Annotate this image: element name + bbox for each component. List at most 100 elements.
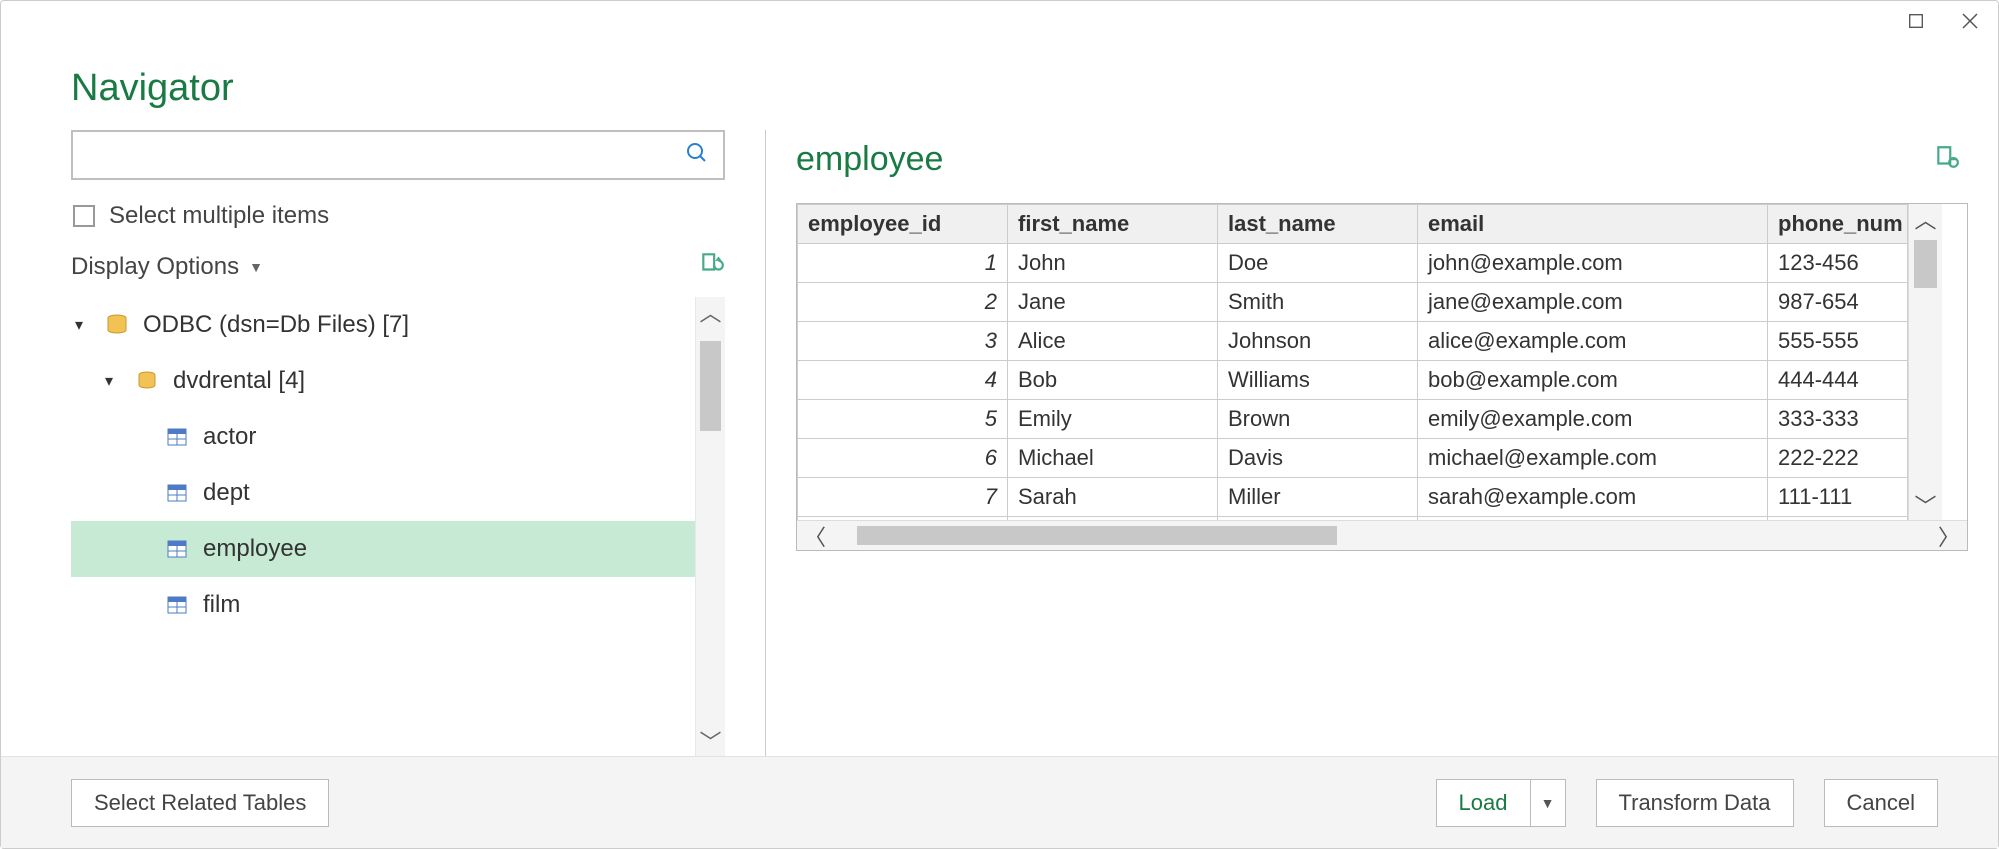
cell-phone: 444-444: [1768, 361, 1908, 400]
scroll-up-icon[interactable]: ︿: [1909, 204, 1942, 234]
display-options-label: Display Options: [71, 253, 239, 281]
cell-employee-id: 4: [798, 361, 1008, 400]
cell-first-name: Jane: [1008, 283, 1218, 322]
scroll-thumb[interactable]: [857, 526, 1337, 545]
search-icon: [685, 141, 709, 170]
tree-node-label: film: [203, 591, 240, 619]
table-row[interactable]: 7SarahMillersarah@example.com111-111: [798, 478, 1908, 517]
cell-first-name: Alice: [1008, 322, 1218, 361]
scroll-down-icon[interactable]: ﹀: [696, 726, 725, 756]
select-multiple-row[interactable]: Select multiple items: [71, 194, 725, 250]
cell-first-name: Bob: [1008, 361, 1218, 400]
cell-last-name: Davis: [1218, 439, 1418, 478]
refresh-preview-button[interactable]: [1934, 144, 1960, 175]
preview-table-container: employee_idfirst_namelast_nameemailphone…: [796, 203, 1968, 551]
navigator-dialog: Navigator Select multiple items Display …: [0, 0, 1999, 849]
cell-last-name: Brown: [1218, 400, 1418, 439]
scroll-right-icon[interactable]: 〉: [1931, 521, 1967, 550]
table-row[interactable]: 2JaneSmithjane@example.com987-654: [798, 283, 1908, 322]
cell-email: john@example.com: [1418, 244, 1768, 283]
database-icon: [105, 313, 131, 337]
cell-first-name: Michael: [1008, 439, 1218, 478]
table-hscrollbar[interactable]: 〈 〉: [797, 520, 1967, 550]
table-icon: [165, 593, 191, 617]
cell-phone: 123-456: [1768, 244, 1908, 283]
search-box[interactable]: [71, 130, 725, 180]
scroll-left-icon[interactable]: 〈: [797, 521, 833, 550]
scroll-up-icon[interactable]: ︿: [696, 297, 725, 327]
table-icon: [165, 425, 191, 449]
column-header[interactable]: email: [1418, 205, 1768, 244]
scroll-down-icon[interactable]: ﹀: [1909, 490, 1942, 520]
dialog-title: Navigator: [1, 41, 1998, 130]
close-button[interactable]: [1960, 11, 1980, 31]
preview-title: employee: [796, 140, 943, 179]
column-header[interactable]: employee_id: [798, 205, 1008, 244]
table-row[interactable]: 5EmilyBrownemily@example.com333-333: [798, 400, 1908, 439]
load-button[interactable]: Load: [1436, 779, 1530, 827]
content: Navigator Select multiple items Display …: [1, 41, 1998, 756]
column-header[interactable]: last_name: [1218, 205, 1418, 244]
titlebar: [1, 1, 1998, 41]
tree-scrollbar[interactable]: ︿ ﹀: [695, 297, 725, 756]
refresh-tree-button[interactable]: [699, 250, 725, 283]
cell-email: sarah@example.com: [1418, 478, 1768, 517]
tree-node-schema[interactable]: ▾ dvdrental [4]: [71, 353, 695, 409]
cell-employee-id: 3: [798, 322, 1008, 361]
cell-last-name: Smith: [1218, 283, 1418, 322]
cell-employee-id: 7: [798, 478, 1008, 517]
tree-node-label: actor: [203, 423, 256, 451]
cell-email: jane@example.com: [1418, 283, 1768, 322]
cell-phone: 987-654: [1768, 283, 1908, 322]
cell-email: bob@example.com: [1418, 361, 1768, 400]
select-related-tables-button[interactable]: Select Related Tables: [71, 779, 329, 827]
tree-node-table[interactable]: ▾actor: [71, 409, 695, 465]
column-header[interactable]: phone_num: [1768, 205, 1908, 244]
load-dropdown-caret[interactable]: ▼: [1530, 779, 1566, 827]
tree-node-datasource[interactable]: ▾ ODBC (dsn=Db Files) [7]: [71, 297, 695, 353]
tree-node-table[interactable]: ▾dept: [71, 465, 695, 521]
scroll-thumb[interactable]: [700, 341, 721, 431]
footer: Select Related Tables Load ▼ Transform D…: [1, 756, 1998, 848]
table-vscrollbar[interactable]: ︿ ﹀: [1908, 204, 1942, 520]
cell-last-name: Doe: [1218, 244, 1418, 283]
cell-first-name: John: [1008, 244, 1218, 283]
caret-down-icon: ▾: [105, 371, 123, 391]
cell-first-name: Sarah: [1008, 478, 1218, 517]
table-icon: [165, 481, 191, 505]
tree-node-table[interactable]: ▾employee: [71, 521, 695, 577]
table-row[interactable]: 3AliceJohnsonalice@example.com555-555: [798, 322, 1908, 361]
table-row[interactable]: 1JohnDoejohn@example.com123-456: [798, 244, 1908, 283]
chevron-down-icon: ▼: [249, 259, 263, 275]
pane-divider: [765, 130, 766, 756]
select-multiple-checkbox[interactable]: [73, 205, 95, 227]
scroll-thumb[interactable]: [1914, 240, 1937, 288]
schema-icon: [135, 369, 161, 393]
tree-node-label: dvdrental [4]: [173, 367, 305, 395]
tree-node-label: employee: [203, 535, 307, 563]
cell-phone: 222-222: [1768, 439, 1908, 478]
cell-email: alice@example.com: [1418, 322, 1768, 361]
maximize-button[interactable]: [1906, 11, 1926, 31]
display-options-dropdown[interactable]: Display Options ▼: [71, 253, 263, 281]
tree-node-table[interactable]: ▾film: [71, 577, 695, 633]
cell-employee-id: 6: [798, 439, 1008, 478]
cell-phone: 111-111: [1768, 478, 1908, 517]
sidebar: Select multiple items Display Options ▼ …: [71, 130, 765, 756]
table-row[interactable]: 6MichaelDavismichael@example.com222-222: [798, 439, 1908, 478]
table-icon: [165, 537, 191, 561]
cell-first-name: Emily: [1008, 400, 1218, 439]
cell-last-name: Miller: [1218, 478, 1418, 517]
tree-node-label: ODBC (dsn=Db Files) [7]: [143, 311, 409, 339]
preview-pane: employee employee_idfirst_namelast_namee…: [796, 130, 1998, 756]
table-row[interactable]: 4BobWilliamsbob@example.com444-444: [798, 361, 1908, 400]
cancel-button[interactable]: Cancel: [1824, 779, 1938, 827]
cell-email: michael@example.com: [1418, 439, 1768, 478]
cell-phone: 555-555: [1768, 322, 1908, 361]
transform-data-button[interactable]: Transform Data: [1596, 779, 1794, 827]
search-input[interactable]: [87, 132, 685, 178]
cell-phone: 333-333: [1768, 400, 1908, 439]
cell-employee-id: 1: [798, 244, 1008, 283]
column-header[interactable]: first_name: [1008, 205, 1218, 244]
select-multiple-label: Select multiple items: [109, 202, 329, 230]
